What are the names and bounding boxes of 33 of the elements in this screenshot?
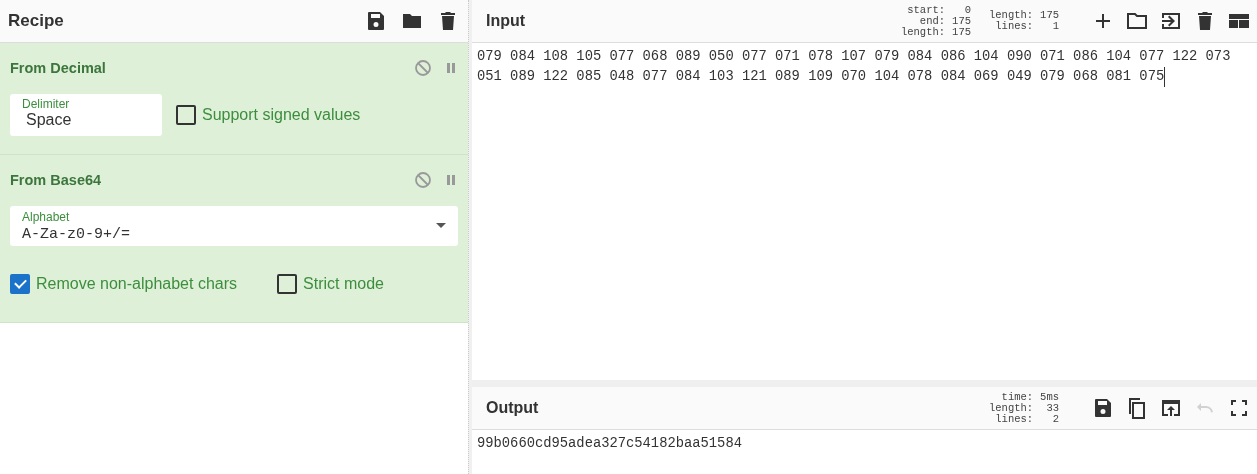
checkbox[interactable] <box>176 105 196 125</box>
stat-label: lines: <box>995 21 1034 32</box>
stat-label: length: <box>989 10 1034 21</box>
panel-title: Input <box>486 12 527 30</box>
checkbox[interactable] <box>10 274 30 294</box>
stat-value: 1 <box>1051 21 1059 32</box>
operation-title: From Base64 <box>10 172 103 188</box>
panel-title: Output <box>486 399 540 417</box>
panel-title: Recipe <box>8 11 65 31</box>
checkbox-label: Strict mode <box>303 275 384 293</box>
dropdown-field[interactable]: Alphabet A-Za-z0-9+/= <box>10 206 458 246</box>
input-text: 051 089 122 085 048 077 084 103 121 089 109 070 104 078 084 069 049 079 068 081 075 <box>477 67 1166 87</box>
delimiter-field[interactable]: Delimiter Space <box>10 94 162 136</box>
stat-value: 175 <box>952 15 971 27</box>
stat-label: length: <box>989 402 1034 414</box>
stat-value: 175 <box>952 26 971 38</box>
stat-value: 175 <box>1040 10 1059 21</box>
input-text: 079 084 108 105 077 068 089 050 077 071 078 107 079 084 086 104 090 071 086 104 077 122 073 <box>477 48 1231 66</box>
checkbox-label: Remove non-alphabet chars <box>36 275 237 293</box>
checkbox-label: Support signed values <box>202 106 361 124</box>
stat-value: 2 <box>1051 413 1059 425</box>
stat-value: 0 <box>963 4 971 16</box>
stat-value: 5ms <box>1040 391 1059 403</box>
output-text: 99b0660cd95adea327c54182baa51584 <box>477 435 742 453</box>
stat-label: start: <box>906 4 946 16</box>
operation-title: From Decimal <box>10 60 107 76</box>
stat-value: 33 <box>1045 402 1059 414</box>
caret-icon[interactable] <box>436 223 446 229</box>
stat-label: time: <box>1000 391 1034 403</box>
stat-label: length: <box>900 26 946 38</box>
checkbox[interactable] <box>277 274 297 294</box>
stat-label: end: <box>918 15 946 27</box>
stat-label: lines: <box>995 413 1034 425</box>
